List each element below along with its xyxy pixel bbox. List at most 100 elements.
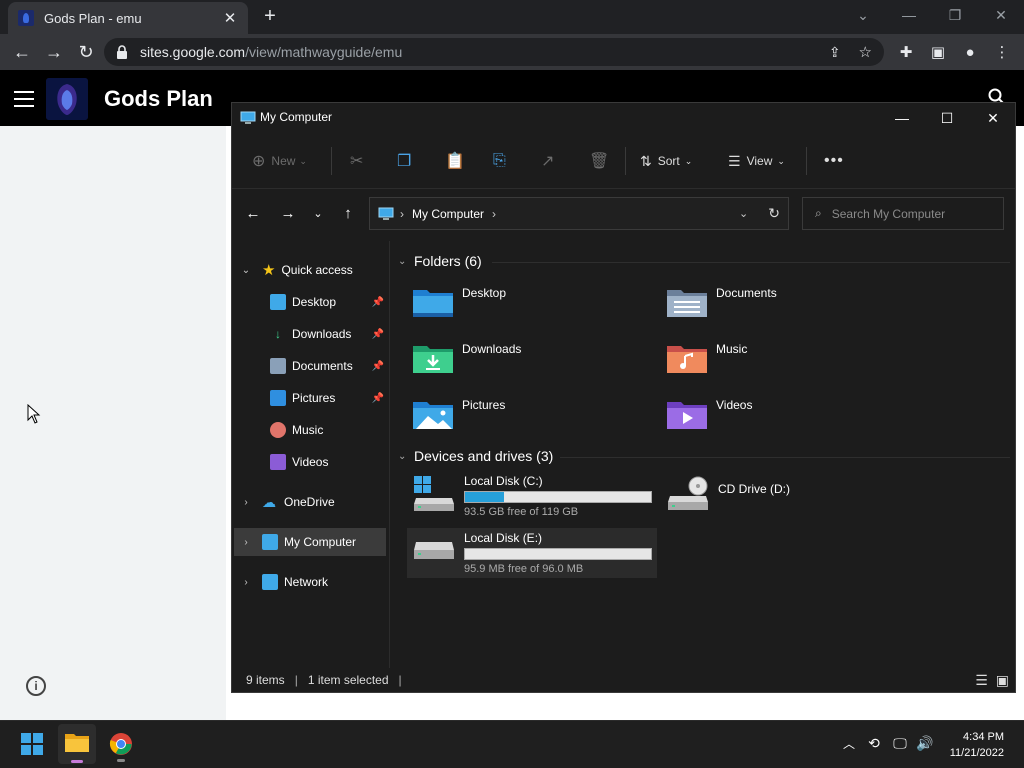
view-button[interactable]: ☰ View ⌄ — [728, 149, 785, 173]
tiles-view-icon[interactable]: ▣ — [996, 672, 1009, 689]
network-monitor-icon[interactable]: 🖵 — [890, 735, 910, 753]
drive-free-space: 93.5 GB free of 119 GB — [464, 506, 579, 518]
nav-item-downloads[interactable]: ↓ Downloads 📌 — [234, 320, 386, 348]
folders-group-header[interactable]: ⌄ Folders (6) — [398, 253, 482, 269]
folder-desktop[interactable]: Desktop — [412, 286, 506, 318]
bookmark-star-icon[interactable]: ☆ — [859, 43, 872, 61]
chrome-icon[interactable] — [109, 732, 133, 756]
sort-button[interactable]: ⇅ Sort ⌄ — [640, 149, 692, 173]
explorer-minimize-button[interactable]: — — [879, 103, 925, 133]
nav-label: Quick access — [281, 263, 353, 277]
see-more-button[interactable]: ••• — [824, 149, 844, 173]
tab-search-chevron-icon[interactable]: ⌄ — [840, 0, 886, 30]
nav-item-quick-access[interactable]: ⌄ ★ Quick access — [234, 256, 386, 284]
info-icon[interactable]: i — [26, 676, 46, 696]
browser-menu-kebab-icon[interactable]: ⋮ — [990, 40, 1014, 64]
new-tab-button[interactable]: + — [258, 4, 282, 28]
address-dropdown-chevron-icon[interactable]: ⌄ — [739, 207, 748, 220]
url-domain: sites.google.com — [140, 44, 246, 60]
forward-arrow-icon[interactable]: → — [42, 40, 66, 64]
sync-icon[interactable]: ⟲ — [864, 735, 884, 753]
divider — [625, 147, 626, 175]
show-hidden-icons-chevron-icon[interactable]: ︿ — [839, 735, 859, 753]
folder-pictures[interactable]: Pictures — [412, 398, 505, 430]
drive-e[interactable]: Local Disk (E:) 95.9 MB free of 96.0 MB — [407, 528, 657, 578]
up-button[interactable]: ↑ — [336, 204, 360, 224]
windows-start-icon[interactable] — [21, 733, 43, 755]
tab-close-icon[interactable]: ✕ — [222, 9, 238, 27]
folder-label: Music — [716, 342, 748, 356]
explorer-search-box[interactable]: ⌕ Search My Computer — [802, 197, 1004, 230]
volume-icon[interactable]: 🔊 — [915, 735, 935, 753]
lock-icon — [117, 45, 127, 59]
nav-item-music[interactable]: Music — [234, 416, 386, 444]
group-title: Folders (6) — [414, 253, 482, 269]
recent-locations-chevron-icon[interactable]: ⌄ — [306, 204, 330, 224]
taskbar-clock[interactable]: 4:34 PM 11/21/2022 — [940, 729, 1004, 761]
folder-label: Desktop — [462, 286, 507, 300]
browser-close-button[interactable]: ✕ — [978, 0, 1024, 30]
expand-chevron-icon: ⌄ — [241, 264, 251, 276]
folder-documents[interactable]: Documents — [666, 286, 777, 318]
address-bar[interactable]: sites.google.com/view/mathwayguide/emu ⇪… — [104, 38, 884, 66]
refresh-icon[interactable]: ↻ — [768, 205, 780, 222]
folder-downloads[interactable]: Downloads — [412, 342, 521, 374]
taskbar-file-explorer-button[interactable] — [58, 724, 96, 764]
breadcrumb-my-computer[interactable]: My Computer — [412, 207, 484, 221]
side-panel-icon[interactable]: ▣ — [926, 40, 950, 64]
status-bar: 9 items | 1 item selected | ☰ ▣ — [232, 668, 1015, 692]
collapse-chevron-icon: ⌄ — [398, 450, 407, 462]
profile-avatar-icon[interactable]: ● — [958, 40, 982, 64]
breadcrumb-chevron-icon: › — [400, 206, 404, 221]
details-view-icon[interactable]: ☰ — [975, 672, 988, 689]
drive-name: Local Disk (C:) — [464, 474, 543, 488]
explorer-maximize-button[interactable]: ☐ — [924, 103, 970, 133]
site-title[interactable]: Gods Plan — [104, 86, 213, 112]
drive-d[interactable]: CD Drive (D:) — [664, 474, 914, 522]
add-circle-icon: ⊕ — [252, 153, 266, 170]
explorer-address-bar[interactable]: › My Computer › ⌄ ↻ — [369, 197, 789, 230]
back-button[interactable]: ← — [241, 204, 265, 224]
nav-item-documents[interactable]: Documents 📌 — [234, 352, 386, 380]
drive-name: CD Drive (D:) — [718, 482, 790, 496]
paste-button[interactable]: 📋 — [445, 149, 465, 173]
site-menu-hamburger-icon[interactable] — [14, 91, 34, 107]
pin-icon: 📌 — [371, 360, 384, 372]
copy-button[interactable]: ❐ — [397, 149, 411, 173]
rename-button[interactable]: ⎘ — [493, 149, 506, 173]
share-icon: ↗ — [541, 153, 555, 170]
videos-folder-icon — [667, 402, 707, 429]
share-button[interactable]: ↗ — [541, 149, 554, 173]
forward-button[interactable]: → — [276, 204, 300, 224]
folder-videos[interactable]: Videos — [666, 398, 752, 430]
reload-icon[interactable]: ↻ — [74, 40, 98, 64]
site-favicon-icon — [18, 10, 34, 26]
windows-drive-icon — [414, 476, 454, 511]
new-label: New — [271, 154, 296, 168]
nav-item-onedrive[interactable]: › ☁ OneDrive — [234, 488, 386, 516]
extensions-puzzle-icon[interactable]: ✚ — [894, 40, 918, 64]
nav-item-videos[interactable]: Videos — [234, 448, 386, 476]
browser-restore-button[interactable]: ❐ — [932, 0, 978, 30]
nav-label: My Computer — [284, 535, 357, 549]
site-logo[interactable] — [46, 78, 88, 120]
nav-item-pictures[interactable]: Pictures 📌 — [234, 384, 386, 412]
drive-c[interactable]: Local Disk (C:) 93.5 GB free of 119 GB — [410, 474, 660, 522]
browser-tab[interactable]: Gods Plan - emu ✕ — [8, 2, 248, 34]
delete-button[interactable]: 🗑 — [589, 149, 609, 173]
devices-group-header[interactable]: ⌄ Devices and drives (3) — [398, 448, 553, 464]
explorer-close-button[interactable]: ✕ — [970, 103, 1016, 133]
folder-label: Pictures — [462, 398, 506, 412]
nav-item-network[interactable]: › Network — [234, 568, 386, 596]
sort-icon: ⇅ — [640, 152, 652, 169]
folder-music[interactable]: Music — [666, 342, 747, 374]
cut-button[interactable]: ✂ — [350, 149, 363, 173]
share-icon[interactable]: ⇪ — [829, 44, 841, 61]
new-button[interactable]: ⊕ New ⌄ — [252, 149, 307, 173]
nav-item-desktop[interactable]: Desktop 📌 — [234, 288, 386, 316]
nav-item-my-computer[interactable]: › My Computer — [234, 528, 386, 556]
back-arrow-icon[interactable]: ← — [10, 40, 34, 64]
clock-date: 11/21/2022 — [949, 747, 1004, 759]
chevron-down-icon: ⌄ — [777, 155, 785, 166]
browser-minimize-button[interactable]: — — [886, 0, 932, 30]
